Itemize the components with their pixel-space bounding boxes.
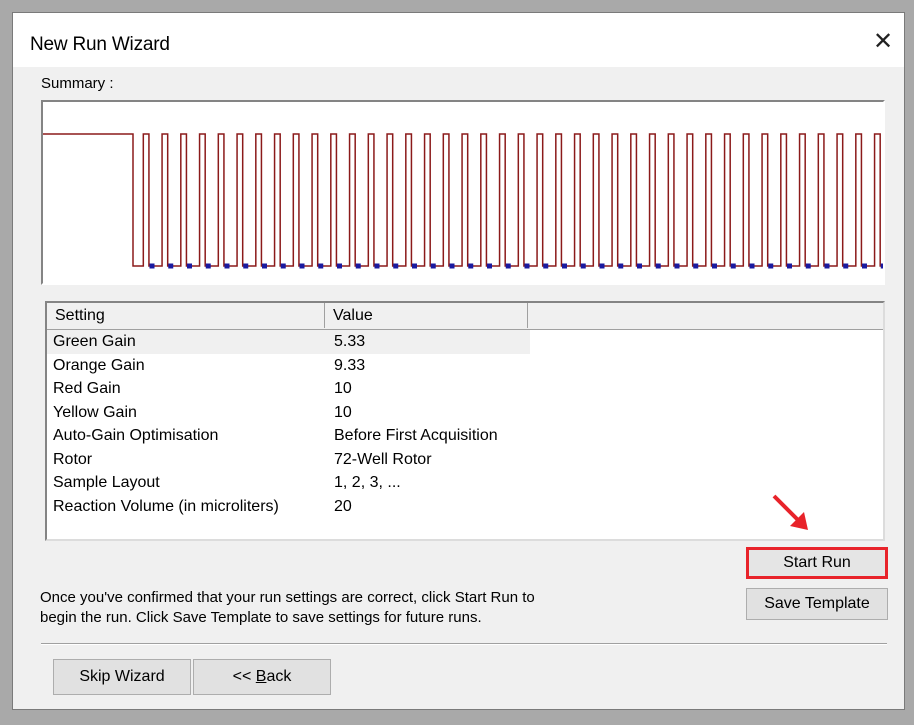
acquisition-marker (393, 263, 399, 269)
window-title: New Run Wizard (30, 34, 170, 55)
acquisition-marker (205, 263, 211, 269)
back-button-accelerator: B (255, 668, 267, 685)
setting-cell: Reaction Volume (in microliters) (53, 497, 279, 515)
acquisition-marker (599, 263, 605, 269)
acquisition-marker (693, 263, 699, 269)
acquisition-marker (262, 263, 267, 269)
acquisition-marker (730, 263, 736, 269)
acquisition-marker (355, 263, 361, 269)
table-row[interactable]: Green Gain 5.33 (47, 330, 530, 354)
info-text: Once you've confirmed that your run sett… (40, 588, 690, 628)
annotation-arrow-icon (772, 494, 808, 530)
acquisition-marker (562, 263, 567, 269)
back-button-prefix: << (232, 668, 256, 685)
settings-table: Setting Value Green Gain 5.33 Orange Gain 9… (45, 301, 885, 541)
divider (41, 643, 887, 645)
acquisition-marker (749, 263, 755, 269)
acquisition-marker (824, 263, 830, 269)
acquisition-marker (712, 263, 717, 269)
value-cell: Before First Acquisition (334, 427, 498, 444)
setting-cell: Orange Gain (53, 356, 145, 374)
column-header-setting[interactable]: Setting (47, 303, 325, 328)
acquisition-marker (862, 263, 867, 269)
acquisition-marker (580, 263, 586, 269)
acquisition-marker (412, 263, 417, 269)
table-row[interactable]: Rotor 72-Well Rotor (47, 448, 883, 472)
setting-cell: Auto-Gain Optimisation (53, 427, 219, 444)
value-cell: 10 (334, 380, 352, 397)
start-run-button[interactable]: Start Run (746, 547, 888, 579)
acquisition-marker (337, 263, 342, 269)
value-cell: 20 (334, 497, 352, 515)
acquisition-marker (768, 263, 774, 269)
save-template-button[interactable]: Save Template (746, 588, 888, 620)
table-row[interactable]: Orange Gain 9.33 (47, 354, 883, 378)
acquisition-marker (805, 263, 811, 269)
acquisition-marker (224, 263, 230, 269)
acquisition-marker (637, 263, 642, 269)
setting-cell: Rotor (53, 450, 93, 468)
acquisition-marker (430, 263, 436, 269)
table-row[interactable]: Yellow Gain 10 (47, 401, 883, 425)
title-bar: New Run Wizard ✕ (13, 13, 904, 67)
back-button[interactable]: << Back (193, 659, 331, 695)
skip-wizard-button[interactable]: Skip Wizard (53, 659, 191, 695)
setting-cell: Green Gain (53, 333, 136, 350)
info-line-2: begin the run. Click Save Template to sa… (40, 609, 482, 626)
temperature-profile-chart (41, 100, 885, 285)
table-row[interactable]: Auto-Gain Optimisation Before First Acqui… (47, 424, 883, 448)
acquisition-marker (843, 263, 849, 269)
value-cell: 5.33 (334, 333, 366, 350)
acquisition-marker (524, 263, 530, 269)
close-icon[interactable]: ✕ (866, 27, 900, 57)
acquisition-marker (243, 263, 249, 269)
acquisition-marker (468, 263, 474, 269)
acquisition-marker (655, 263, 661, 269)
value-cell: 9.33 (334, 356, 366, 374)
table-row[interactable]: Red Gain 10 (47, 377, 883, 401)
value-cell: 10 (334, 403, 352, 421)
acquisition-marker (280, 263, 286, 269)
table-row[interactable]: Reaction Volume (in microliters) 20 (47, 495, 883, 519)
acquisition-marker (543, 263, 549, 269)
acquisition-marker (299, 263, 305, 269)
table-row[interactable]: Sample Layout 1, 2, 3, ... (47, 471, 883, 495)
acquisition-marker (674, 263, 680, 269)
setting-cell: Sample Layout (53, 474, 160, 491)
acquisition-marker (487, 263, 492, 269)
info-line-1: Once you've confirmed that your run sett… (40, 589, 535, 606)
acquisition-marker (618, 263, 624, 269)
value-cell: 1, 2, 3, ... (334, 474, 401, 491)
value-cell: 72-Well Rotor (334, 450, 432, 468)
acquisition-marker (187, 263, 192, 269)
acquisition-marker (149, 263, 155, 269)
acquisition-marker (787, 263, 792, 269)
acquisition-marker (318, 263, 324, 269)
setting-cell: Red Gain (53, 380, 121, 397)
summary-label: Summary : (41, 75, 114, 92)
column-header-empty[interactable] (528, 303, 883, 328)
temperature-profile-graph (43, 133, 883, 269)
new-run-wizard-dialog: New Run Wizard ✕ Summary : Setting Value… (12, 12, 905, 710)
acquisition-marker (374, 263, 380, 269)
acquisition-marker (449, 263, 455, 269)
table-header: Setting Value (47, 303, 883, 330)
acquisition-marker (880, 263, 883, 269)
profile-line (43, 133, 883, 267)
column-header-value[interactable]: Value (325, 303, 528, 328)
acquisition-marker (168, 263, 174, 269)
setting-cell: Yellow Gain (53, 403, 137, 421)
back-button-suffix: ack (266, 668, 292, 685)
acquisition-marker (505, 263, 511, 269)
